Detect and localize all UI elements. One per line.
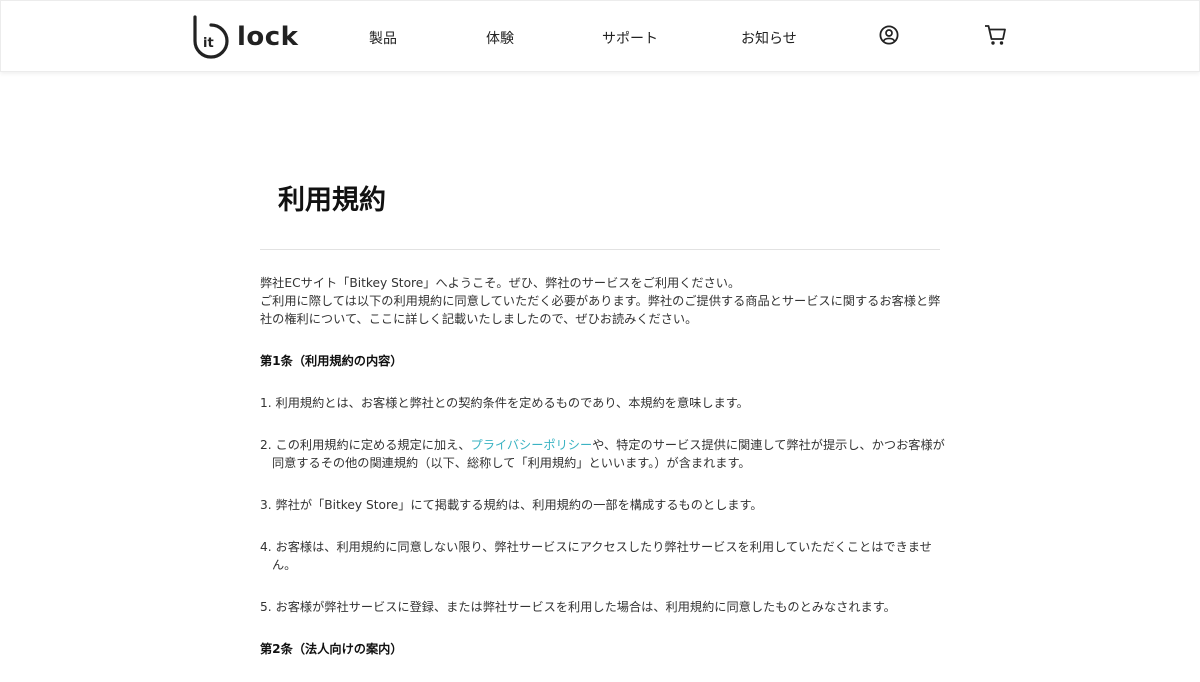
item-2-text-pre: 2. この利用規約に定める規定に加え、 (260, 438, 471, 452)
user-circle-icon[interactable] (879, 25, 899, 45)
page-title: 利用規約 (278, 185, 386, 216)
intro-paragraph: 弊社ECサイト「Bitkey Store」へようこそ。ぜひ、弊社のサービスをご利… (260, 274, 950, 328)
article-1-item-3: 3. 弊社が「Bitkey Store」にて掲載する規約は、利用規約の一部を構成… (260, 498, 763, 512)
article-1-item-2: 2. この利用規約に定める規定に加え、プライバシーポリシーや、特定のサービス提供… (260, 436, 950, 472)
intro-line-1: 弊社ECサイト「Bitkey Store」へようこそ。ぜひ、弊社のサービスをご利… (260, 276, 741, 290)
logo-text: lock (237, 22, 299, 52)
article-1-item-5: 5. お客様が弊社サービスに登録、または弊社サービスを利用した場合は、利用規約に… (260, 600, 896, 614)
nav-products[interactable]: 製品 (369, 28, 397, 48)
cart-icon[interactable] (984, 24, 1007, 46)
nav-support[interactable]: サポート (602, 28, 658, 48)
title-divider (260, 249, 940, 250)
article-2-heading: 第2条（法人向けの案内） (260, 642, 403, 656)
intro-line-2: ご利用に際しては以下の利用規約に同意していただく必要があります。弊社のご提供する… (260, 294, 941, 326)
nav-news[interactable]: お知らせ (741, 28, 797, 48)
article-1-heading: 第1条（利用規約の内容） (260, 354, 403, 368)
article-1-item-1: 1. 利用規約とは、お客様と弊社との契約条件を定めるものであり、本規約を意味しま… (260, 396, 749, 410)
privacy-policy-link[interactable]: プライバシーポリシー (471, 438, 593, 452)
bitkey-logo-mark-icon: it (193, 15, 229, 59)
nav-experience[interactable]: 体験 (486, 28, 514, 48)
terms-content: 弊社ECサイト「Bitkey Store」へようこそ。ぜひ、弊社のサービスをご利… (260, 274, 950, 682)
article-1-item-4: 4. お客様は、利用規約に同意しない限り、弊社サービスにアクセスしたり弊社サービ… (260, 540, 932, 572)
bitkey-logo[interactable]: it lock (191, 15, 298, 59)
site-header: it lock 製品 体験 サポート お知らせ (0, 0, 1200, 72)
logo-mark-text: it (203, 36, 214, 51)
